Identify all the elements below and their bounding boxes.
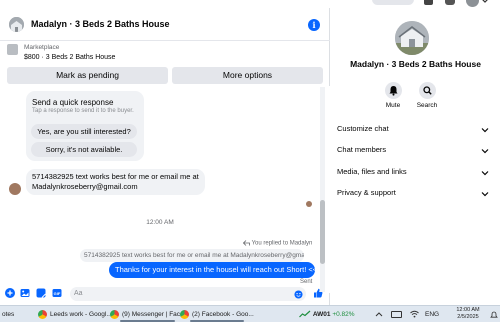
taskbar: otes Leeds work - Googl... (9) Messenger…: [0, 305, 500, 322]
outgoing-message[interactable]: Thanks for your interest in the housel w…: [109, 262, 315, 278]
taskbar-item-messenger[interactable]: (9) Messenger | Fac...: [110, 308, 186, 322]
more-options-button[interactable]: More options: [172, 67, 323, 84]
info-icon[interactable]: i: [308, 19, 320, 31]
stock-widget[interactable]: AW01 +0.82%: [299, 308, 355, 321]
quick-response-option[interactable]: Yes, are you still interested?: [31, 124, 137, 139]
section-media-files-links[interactable]: Media, files and links: [337, 167, 489, 181]
section-customize-chat[interactable]: Customize chat: [337, 124, 489, 138]
replied-text: You replied to Madalyn: [251, 240, 313, 247]
message-scrollbar-thumb[interactable]: [320, 200, 325, 264]
account-chevron-icon[interactable]: [481, 0, 489, 4]
section-privacy-support[interactable]: Privacy & support: [337, 188, 489, 202]
top-search-pill[interactable]: [372, 0, 414, 5]
chrome-icon: [38, 309, 47, 319]
clock-time: 12:00 AM: [456, 307, 480, 313]
section-chat-members[interactable]: Chat members: [337, 145, 489, 159]
message-input[interactable]: Aa: [70, 287, 306, 301]
notifications-icon[interactable]: [445, 0, 455, 5]
section-label: Privacy & support: [337, 188, 396, 197]
sender-avatar[interactable]: [9, 183, 21, 195]
listing-source: Marketplace: [24, 44, 60, 51]
sticker-icon[interactable]: [36, 288, 46, 298]
reply-icon: [242, 240, 250, 246]
details-avatar[interactable]: [395, 21, 429, 55]
section-label: Customize chat: [337, 124, 389, 133]
seen-indicator-avatar: [306, 201, 312, 207]
listing-title: $800 · 3 Beds 2 Baths House: [24, 54, 116, 61]
wifi-icon[interactable]: [410, 310, 419, 318]
chevron-down-icon: [481, 171, 489, 176]
details-name: Madalyn · 3 Beds 2 Baths House: [350, 59, 481, 69]
menu-grid-icon[interactable]: [424, 0, 433, 5]
chevron-down-icon: [481, 192, 489, 197]
time-separator: 12:00 AM: [146, 219, 174, 226]
notification-bell-icon[interactable]: [490, 311, 498, 319]
taskbar-label: otes: [2, 311, 15, 318]
gif-icon[interactable]: GIF: [52, 288, 62, 298]
clock-date: 2/5/2025: [457, 314, 479, 320]
chat-header: Madalyn · 3 Beds 2 Baths House i: [0, 8, 330, 41]
taskbar-label: (2) Facebook - Goo...: [192, 311, 254, 318]
section-label: Chat members: [337, 145, 387, 154]
message-list: Send a quick response Tap a response to …: [0, 86, 330, 293]
emoji-icon[interactable]: [294, 290, 303, 299]
search-icon: [422, 86, 432, 95]
plus-icon[interactable]: [5, 288, 15, 298]
mark-pending-button[interactable]: Mark as pending: [7, 67, 168, 84]
chrome-icon: [180, 309, 189, 319]
section-label: Media, files and links: [337, 167, 407, 176]
stock-name: AW01: [312, 311, 331, 318]
chat-avatar[interactable]: [9, 17, 24, 32]
taskbar-label: (9) Messenger | Fac...: [122, 311, 186, 318]
replied-label: You replied to Madalyn: [242, 240, 313, 247]
quoted-message[interactable]: 5714382925 text works best for me or ema…: [80, 249, 304, 262]
image-icon[interactable]: [20, 288, 30, 298]
incoming-message[interactable]: 5714382925 text works best for me or ema…: [26, 169, 205, 195]
listing-banner[interactable]: Marketplace $800 · 3 Beds 2 Baths House: [0, 42, 330, 66]
listing-thumbnail: [7, 44, 18, 55]
like-icon[interactable]: [313, 288, 323, 298]
stock-change: +0.82%: [332, 311, 355, 318]
search-label: Search: [416, 102, 438, 109]
bell-icon: [389, 86, 397, 96]
chevron-up-icon[interactable]: [375, 311, 383, 318]
chat-title[interactable]: Madalyn · 3 Beds 2 Baths House: [31, 19, 170, 29]
quick-response-card: Send a quick response Tap a response to …: [26, 91, 144, 161]
battery-icon[interactable]: [391, 311, 402, 318]
chevron-down-icon: [481, 128, 489, 133]
search-button[interactable]: Search: [407, 82, 447, 109]
language-indicator[interactable]: ENG: [425, 308, 439, 321]
taskbar-item-leeds-work[interactable]: Leeds work - Googl...: [38, 308, 112, 321]
stock-chart-icon: [299, 310, 311, 318]
profile-avatar[interactable]: [466, 0, 479, 7]
taskbar-item-facebook[interactable]: (2) Facebook - Goo...: [180, 308, 254, 322]
composer: GIF Aa: [0, 283, 330, 305]
chat-panel: Madalyn · 3 Beds 2 Baths House i Marketp…: [0, 8, 330, 305]
quick-response-option[interactable]: Sorry, it's not available.: [31, 142, 137, 157]
taskbar-item-notes[interactable]: otes: [2, 308, 14, 321]
quick-response-title: Send a quick response: [32, 98, 114, 107]
top-strip: [0, 0, 500, 8]
chevron-down-icon: [481, 149, 489, 154]
chrome-icon: [110, 309, 119, 319]
quick-response-subtitle: Tap a response to send it to the buyer.: [32, 108, 134, 114]
system-clock[interactable]: 12:00 AM 2/5/2025: [449, 307, 487, 321]
taskbar-label: Leeds work - Googl...: [50, 311, 112, 318]
svg-text:GIF: GIF: [54, 291, 61, 296]
conversation-details-panel: Madalyn · 3 Beds 2 Baths House Mute Sear…: [331, 8, 500, 305]
